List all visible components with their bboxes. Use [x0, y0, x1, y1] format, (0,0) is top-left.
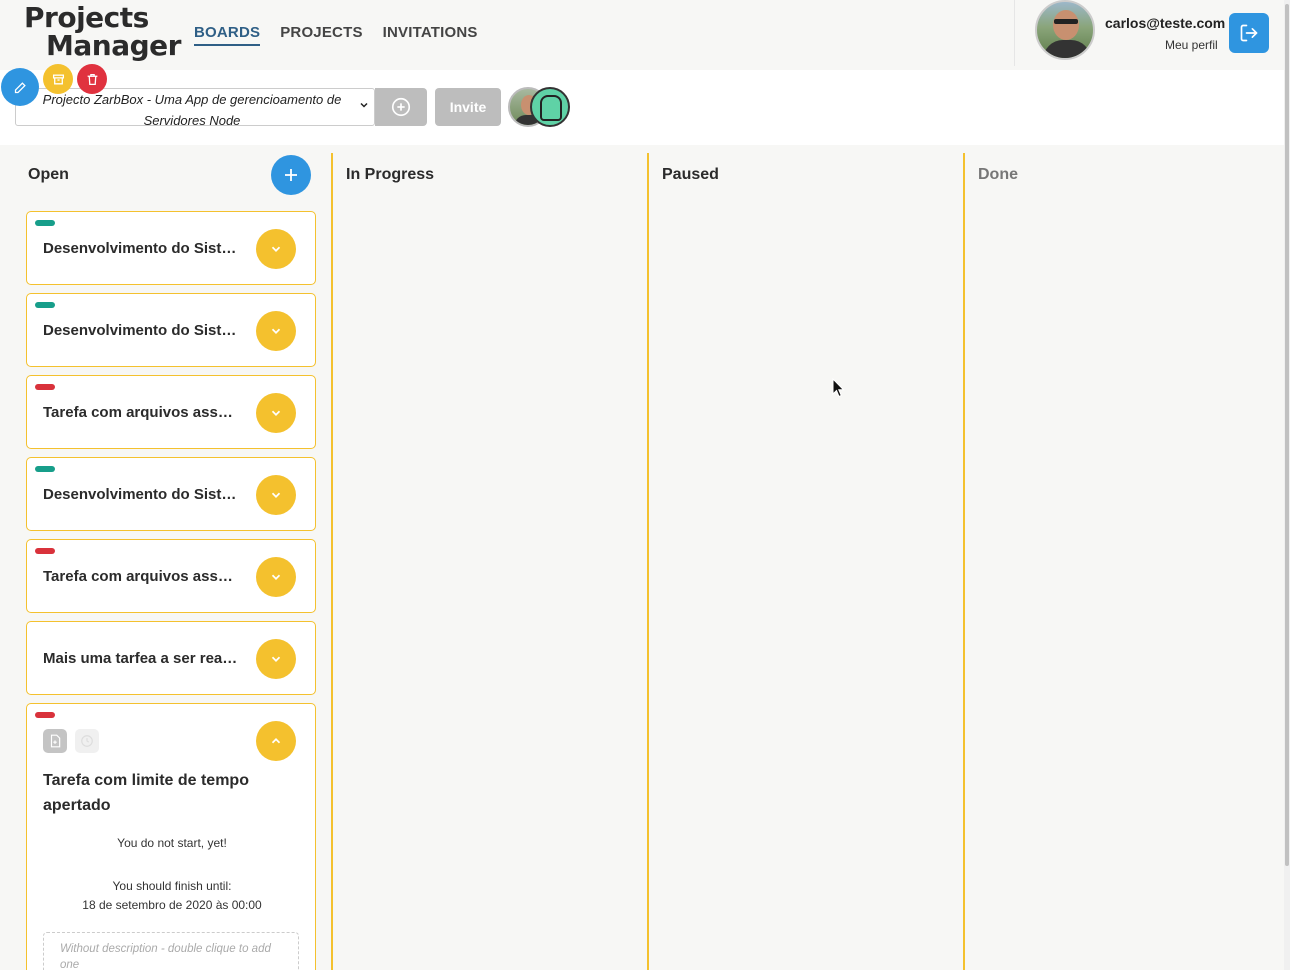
tag-label	[35, 220, 55, 226]
project-select-value: Projecto ZarbBox - Uma App de gerencioam…	[42, 92, 342, 128]
task-card[interactable]: Desenvolvimento do Sistema de Gerenciame…	[26, 293, 316, 367]
chevron-down-icon	[271, 656, 281, 662]
column-open: Open Desenvolvimento do Sistema de Geren…	[15, 153, 331, 970]
chevron-down-icon	[271, 328, 281, 334]
nav-projects-link[interactable]: PROJECTS	[280, 24, 362, 46]
attachment-button[interactable]	[43, 729, 67, 753]
scrollbar-thumb[interactable]	[1285, 4, 1289, 866]
task-card[interactable]: Desenvolvimento do Sistema de Gerenciame…	[26, 211, 316, 285]
expand-card-button[interactable]	[256, 639, 296, 679]
task-card[interactable]: Desenvolvimento do Sistema de Gerenciame…	[26, 457, 316, 531]
column-paused: Paused	[647, 153, 964, 970]
expand-card-button[interactable]	[256, 393, 296, 433]
tag-label	[35, 466, 55, 472]
logo-line-2: Manager	[46, 29, 181, 62]
task-title: Tarefa com arquivos associados	[43, 568, 239, 585]
user-avatar[interactable]	[1035, 0, 1095, 60]
tag-label	[35, 548, 55, 554]
column-title-done: Done	[978, 166, 1018, 183]
deadline-label: You should finish until:	[112, 879, 232, 893]
start-status: You do not start, yet!	[117, 836, 227, 850]
column-done: Done	[963, 153, 1284, 970]
chevron-down-icon	[271, 410, 281, 416]
task-card[interactable]: Tarefa com arquivos associados	[26, 539, 316, 613]
task-title: Desenvolvimento do Sistema de Gerenciame…	[43, 240, 239, 257]
delete-project-button[interactable]	[77, 64, 107, 94]
archive-project-button[interactable]	[43, 64, 73, 94]
pencil-icon	[14, 81, 26, 93]
task-card-expanded[interactable]: Tarefa com limite de tempo apertado You …	[26, 703, 316, 970]
tag-label	[35, 302, 55, 308]
description-field[interactable]: Without description - double clique to a…	[43, 932, 299, 970]
task-title: Desenvolvimento do Sistema de Gerenciame…	[43, 322, 239, 339]
file-icon	[50, 734, 61, 748]
logout-icon	[1240, 24, 1258, 42]
expand-card-button[interactable]	[256, 557, 296, 597]
add-task-button[interactable]	[271, 155, 311, 195]
archive-icon	[52, 74, 64, 84]
main-nav: BOARDS PROJECTS INVITATIONS	[194, 24, 478, 46]
member-avatar[interactable]	[530, 87, 570, 127]
chevron-down-icon	[360, 102, 368, 108]
app-header: Projects Manager BOARDS PROJECTS INVITAT…	[0, 0, 1284, 70]
page-scrollbar[interactable]	[1284, 0, 1290, 970]
clock-icon	[81, 735, 93, 747]
column-title-paused: Paused	[662, 166, 719, 183]
column-title-in-progress: In Progress	[346, 166, 435, 183]
nav-boards-link[interactable]: BOARDS	[194, 24, 261, 46]
tag-label	[35, 712, 55, 718]
profile-link[interactable]: Meu perfil	[1165, 38, 1218, 52]
nav-invitations-link[interactable]: INVITATIONS	[383, 24, 478, 46]
task-title: Desenvolvimento do Sistema de Gerenciame…	[43, 486, 239, 503]
chevron-down-icon	[271, 574, 281, 580]
deadline-value: 18 de setembro de 2020 às 00:00	[82, 898, 262, 912]
edit-project-button[interactable]	[1, 68, 39, 106]
task-title: Mais uma tarfea a ser realizada	[43, 650, 239, 667]
add-project-button[interactable]	[375, 88, 427, 126]
app-logo[interactable]: Projects Manager	[24, 4, 181, 60]
project-select[interactable]: Projecto ZarbBox - Uma App de gerencioam…	[15, 88, 375, 128]
expand-card-button[interactable]	[256, 311, 296, 351]
invite-button[interactable]: Invite	[435, 88, 501, 126]
task-title: Tarefa com limite de tempo apertado	[43, 772, 249, 814]
user-email: carlos@teste.com	[1105, 15, 1226, 31]
column-in-progress: In Progress	[331, 153, 648, 970]
trash-icon	[87, 73, 97, 85]
collapse-card-button[interactable]	[256, 721, 296, 761]
task-title: Tarefa com arquivos associados	[43, 404, 239, 421]
column-title-open: Open	[28, 166, 69, 183]
task-card[interactable]: Mais uma tarfea a ser realizada	[26, 621, 316, 695]
expand-card-button[interactable]	[256, 475, 296, 515]
task-card[interactable]: Tarefa com arquivos associados	[26, 375, 316, 449]
mouse-cursor-icon	[832, 378, 845, 398]
plus-icon	[285, 169, 297, 181]
chevron-up-icon	[271, 738, 281, 744]
logout-button[interactable]	[1229, 13, 1269, 53]
tag-label	[35, 384, 55, 390]
plus-circle-icon	[391, 97, 411, 117]
chevron-down-icon	[271, 492, 281, 498]
chevron-down-icon	[271, 246, 281, 252]
timer-button[interactable]	[75, 729, 99, 753]
expand-card-button[interactable]	[256, 229, 296, 269]
user-panel: carlos@teste.com Meu perfil	[1014, 0, 1284, 66]
